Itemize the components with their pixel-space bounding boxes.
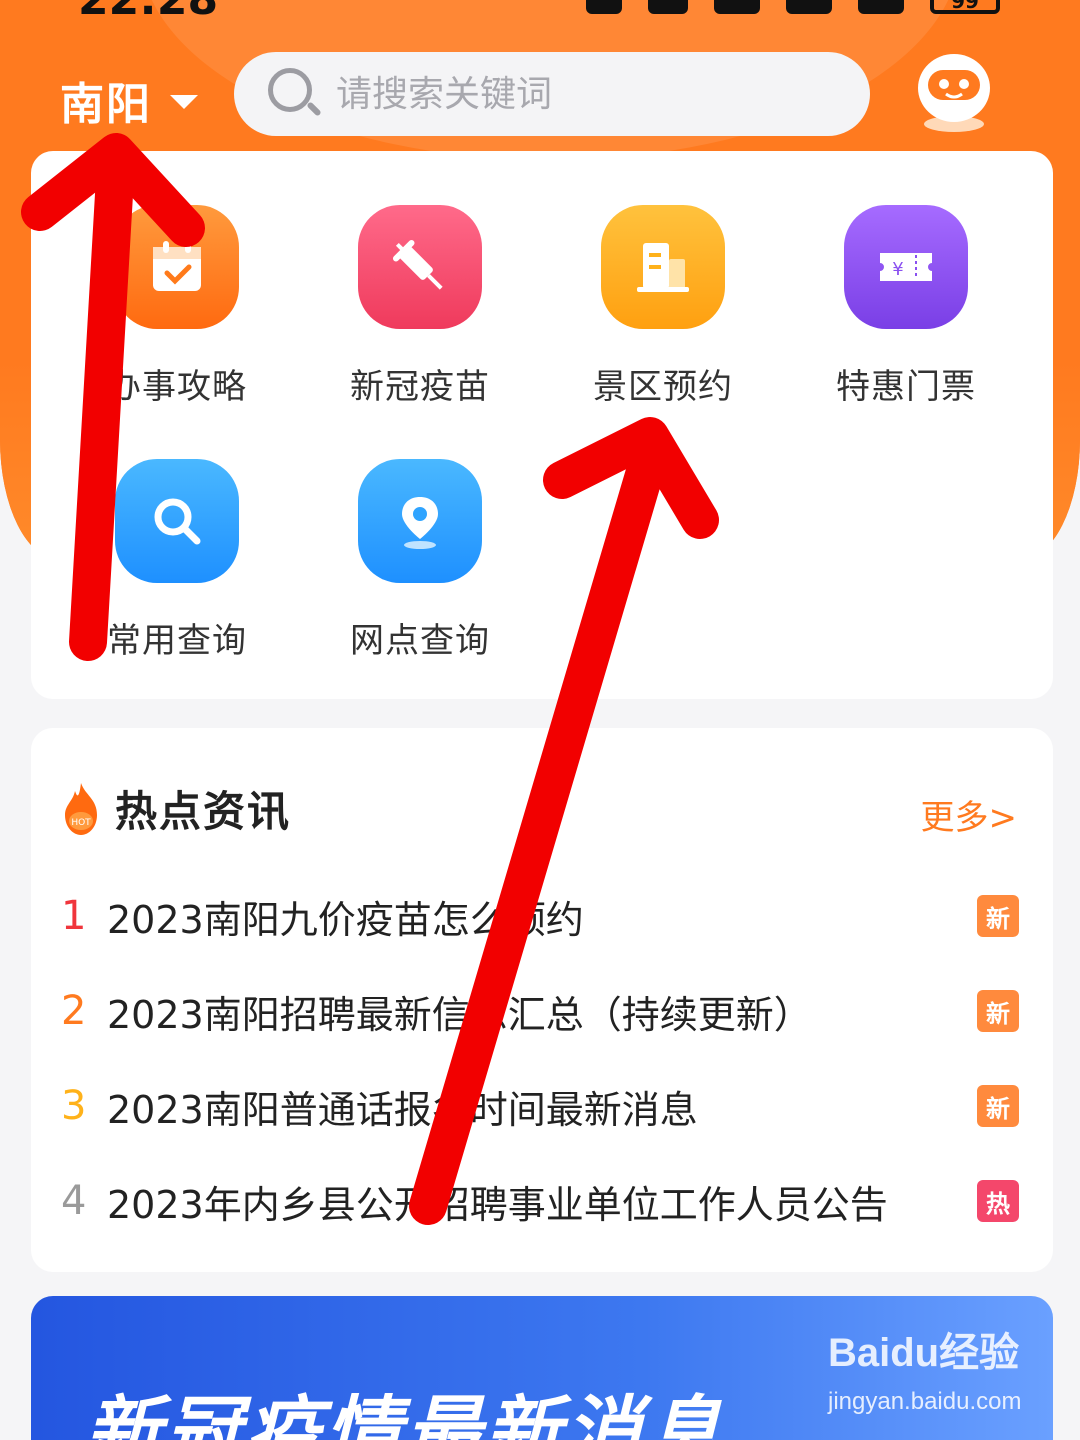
news-header: HOT 热点资讯 bbox=[61, 778, 291, 839]
building-icon bbox=[601, 205, 725, 329]
hd-icon bbox=[714, 0, 760, 14]
status-bar: 22:28 99 bbox=[0, 0, 1080, 22]
service-item-scenic-booking[interactable]: 景区预约 bbox=[542, 151, 784, 407]
news-item[interactable]: 4 2023年内乡县公开招聘事业单位工作人员公告 热 bbox=[61, 1171, 1021, 1231]
caret-down-icon bbox=[170, 95, 198, 109]
news-text: 2023南阳九价疫苗怎么预约 bbox=[107, 897, 584, 942]
news-rank: 1 bbox=[61, 893, 87, 939]
status-time: 22:28 bbox=[78, 0, 218, 22]
hot-news-card: HOT 热点资讯 更多> 1 2023南阳九价疫苗怎么预约 新 2 2023南阳… bbox=[31, 728, 1053, 1272]
service-item-guide[interactable]: 办事攻略 bbox=[56, 151, 298, 407]
hot-flame-icon: HOT bbox=[65, 782, 97, 835]
services-grid: 办事攻略 新冠疫苗 景区预约 ¥ 特惠门票 常用查询 网点查询 bbox=[31, 151, 1053, 699]
news-item[interactable]: 1 2023南阳九价疫苗怎么预约 新 bbox=[61, 886, 1021, 946]
news-badge: 新 bbox=[977, 990, 1019, 1032]
signal-icon bbox=[858, 0, 904, 14]
battery-level: 99 bbox=[951, 0, 979, 13]
news-rank: 2 bbox=[61, 988, 87, 1034]
search-icon bbox=[115, 459, 239, 583]
news-badge: 热 bbox=[977, 1180, 1019, 1222]
banner-text: 新冠疫情最新消息 bbox=[85, 1387, 725, 1440]
news-text: 2023南阳普通话报名时间最新消息 bbox=[107, 1087, 698, 1132]
news-badge: 新 bbox=[977, 895, 1019, 937]
news-badge: 新 bbox=[977, 1085, 1019, 1127]
alarm-icon bbox=[586, 0, 622, 14]
svg-text:¥: ¥ bbox=[892, 259, 903, 280]
news-title: 热点资讯 bbox=[115, 787, 292, 836]
service-label: 办事攻略 bbox=[107, 367, 247, 407]
watermark-brand: Baidu经验 bbox=[828, 1331, 1020, 1375]
service-label: 网点查询 bbox=[350, 621, 490, 661]
service-label: 常用查询 bbox=[107, 621, 247, 661]
service-item-vaccine[interactable]: 新冠疫苗 bbox=[299, 151, 541, 407]
news-text: 2023南阳招聘最新信息汇总（持续更新） bbox=[107, 992, 812, 1037]
city-selector[interactable]: 南阳 bbox=[60, 68, 198, 132]
news-item[interactable]: 3 2023南阳普通话报名时间最新消息 新 bbox=[61, 1076, 1021, 1136]
city-name: 南阳 bbox=[60, 79, 152, 130]
service-item-common-query[interactable]: 常用查询 bbox=[56, 405, 298, 661]
hot-label: HOT bbox=[71, 818, 91, 828]
service-item-outlet-query[interactable]: 网点查询 bbox=[299, 405, 541, 661]
service-label: 特惠门票 bbox=[836, 367, 976, 407]
watermark-url: jingyan.baidu.com bbox=[828, 1388, 1022, 1415]
search-input[interactable] bbox=[336, 73, 816, 115]
news-rank: 4 bbox=[61, 1178, 87, 1224]
news-more-link[interactable]: 更多> bbox=[921, 790, 1018, 839]
news-item[interactable]: 2 2023南阳招聘最新信息汇总（持续更新） 新 bbox=[61, 981, 1021, 1041]
status-icons: 99 bbox=[586, 0, 1000, 14]
search-icon bbox=[266, 66, 322, 122]
syringe-icon bbox=[358, 205, 482, 329]
location-pin-icon bbox=[358, 459, 482, 583]
battery-icon: 99 bbox=[930, 0, 1000, 14]
signal-icon bbox=[786, 0, 832, 14]
calendar-check-icon bbox=[115, 205, 239, 329]
service-label: 新冠疫苗 bbox=[350, 367, 490, 407]
wifi-icon bbox=[648, 0, 688, 14]
news-text: 2023年内乡县公开招聘事业单位工作人员公告 bbox=[107, 1182, 888, 1227]
search-bar[interactable] bbox=[234, 52, 870, 136]
robot-assistant-icon[interactable] bbox=[914, 50, 994, 134]
service-item-discount-ticket[interactable]: ¥ 特惠门票 bbox=[785, 151, 1027, 407]
service-label: 景区预约 bbox=[593, 367, 733, 407]
ticket-icon: ¥ bbox=[844, 205, 968, 329]
news-rank: 3 bbox=[61, 1083, 87, 1129]
